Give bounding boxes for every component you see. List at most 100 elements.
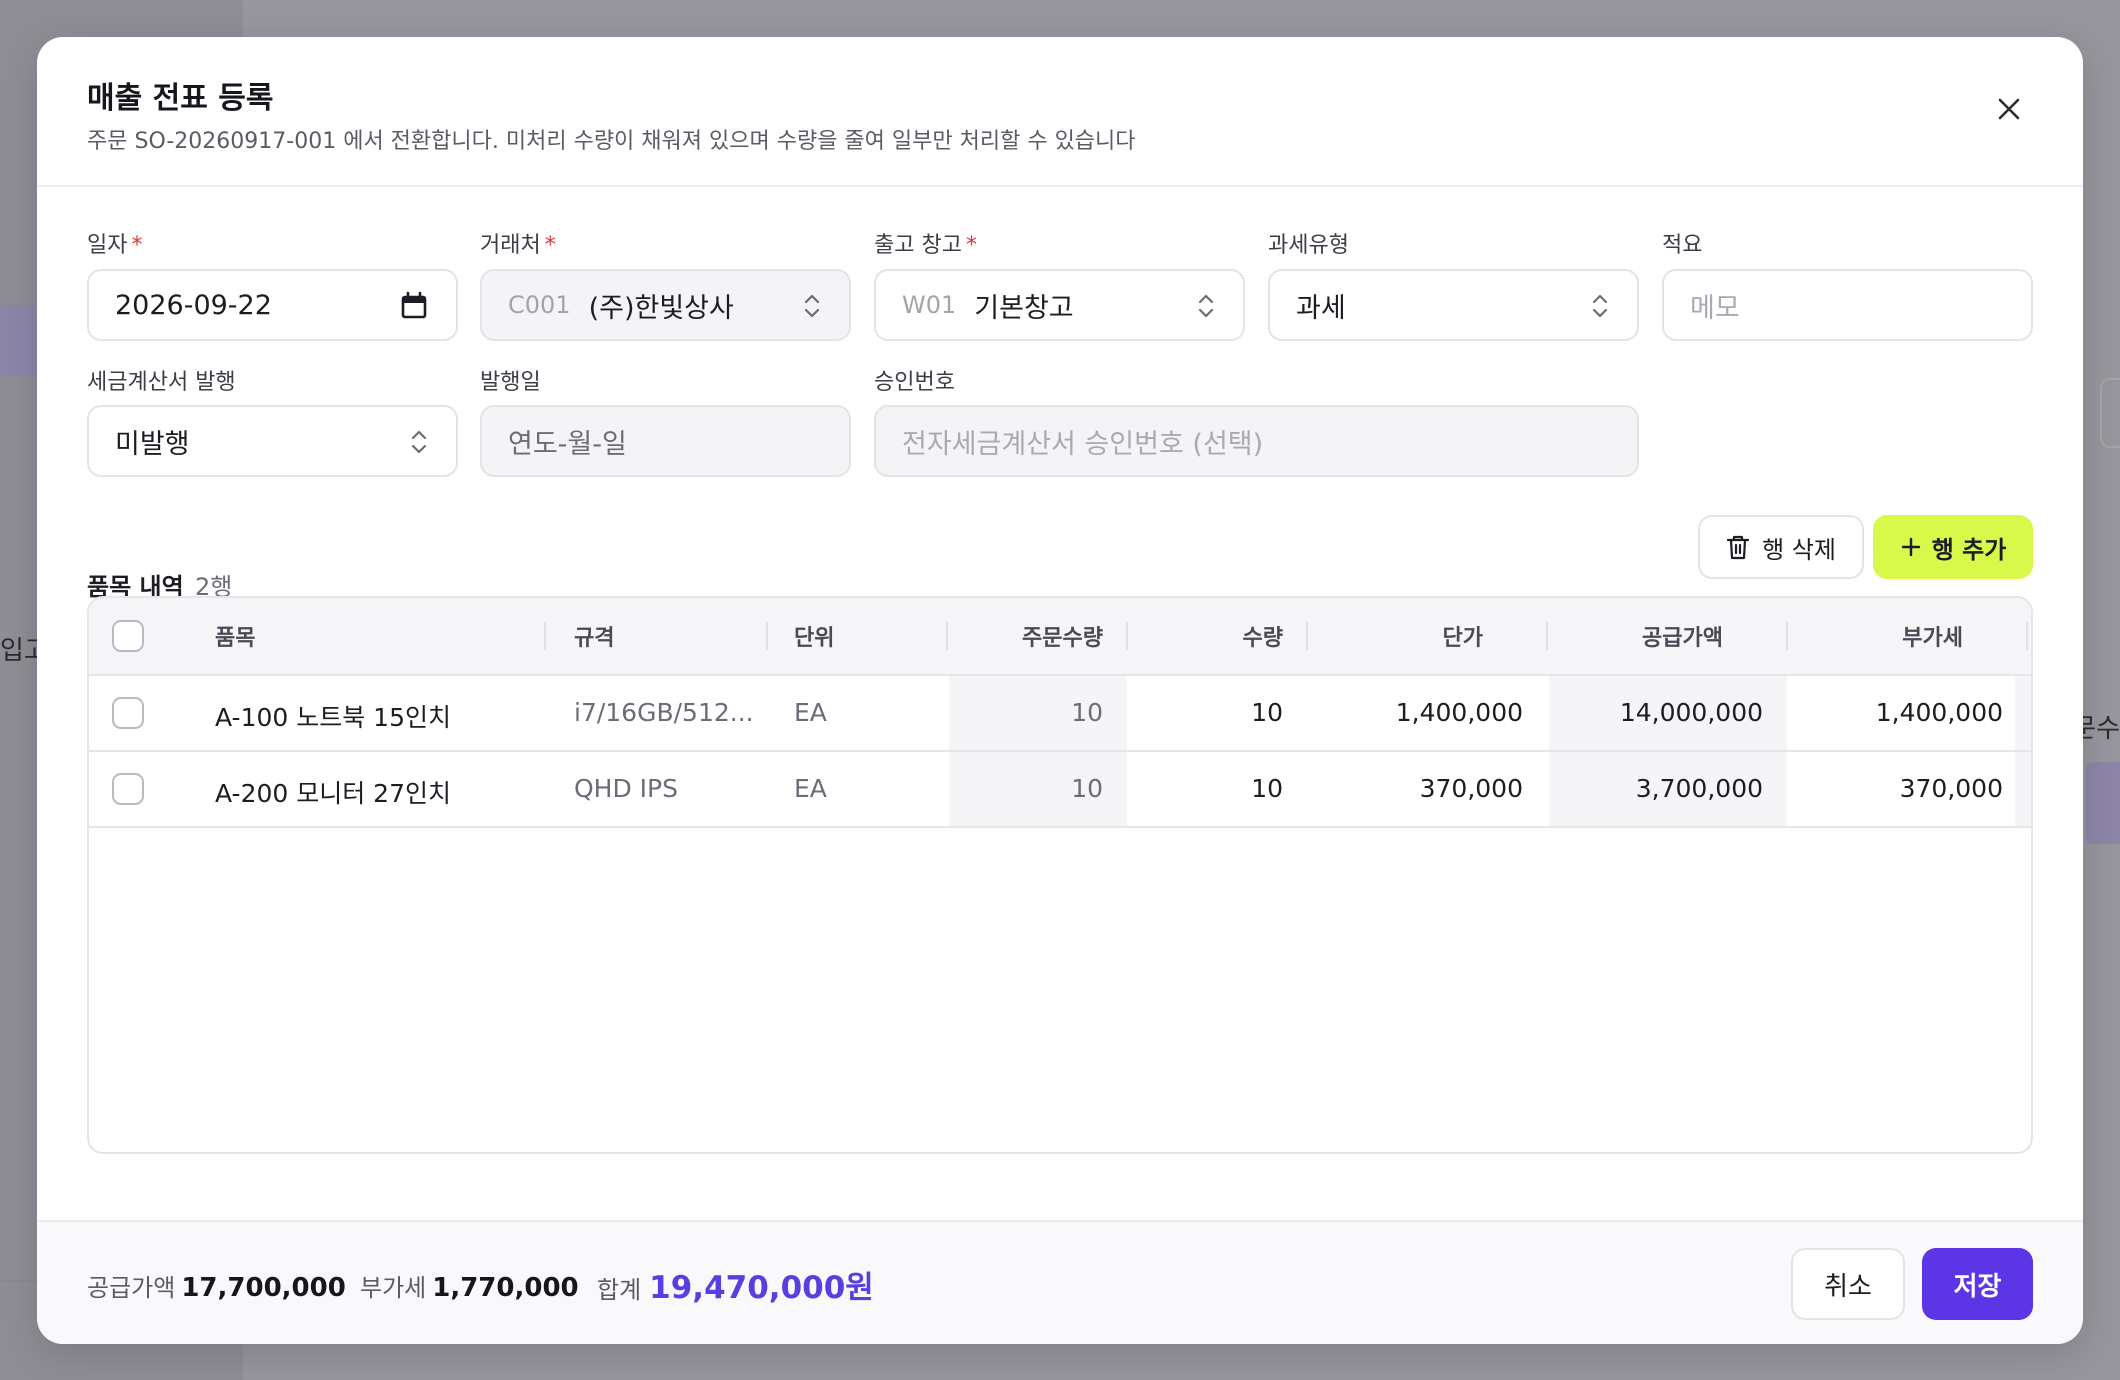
item-order-qty: 10 [1071, 698, 1103, 727]
column-divider [544, 622, 546, 650]
column-divider [766, 622, 768, 650]
chevron-updown-icon [1198, 294, 1214, 318]
save-button[interactable]: 저장 [1922, 1248, 2033, 1320]
approval-no-placeholder: 전자세금계산서 승인번호 (선택) [902, 428, 1264, 460]
vat-total: 부가세 1,770,000 [360, 1268, 579, 1303]
item-spec: QHD IPS [574, 774, 678, 803]
customer-value: (주)한빛상사 [588, 292, 734, 324]
item-unit: EA [794, 774, 827, 803]
add-row-button[interactable]: 행 추가 [1873, 515, 2033, 579]
column-divider [2026, 622, 2028, 650]
select-all-checkbox[interactable] [112, 620, 144, 652]
item-price-input[interactable]: 370,000 [1309, 774, 1523, 803]
warehouse-label: 출고 창고 * [874, 233, 977, 258]
tax-type-select[interactable]: 과세 [1268, 269, 1639, 341]
dialog-footer: 공급가액 17,700,000 부가세 1,770,000 합계 19,470,000… [37, 1220, 2083, 1344]
invoice-issue-label: 세금계산서 발행 [87, 370, 236, 395]
add-row-label: 행 추가 [1931, 535, 2007, 564]
column-header-order-qty: 주문수량 [1022, 626, 1103, 651]
close-button[interactable] [1985, 85, 2033, 133]
item-qty-input[interactable]: 10 [1129, 698, 1283, 727]
required-mark: * [131, 233, 143, 258]
grand-total-value: 19,470,000원 [649, 1270, 874, 1306]
table-header: 품목 규격 단위 주문수량 수량 단가 공급가액 부가세 [89, 598, 2031, 676]
issue-date-label: 발행일 [480, 370, 541, 395]
memo-input[interactable]: 메모 [1662, 269, 2033, 341]
row-checkbox[interactable] [112, 697, 144, 729]
memo-label: 적요 [1662, 233, 1703, 258]
column-header-supply: 공급가액 [1642, 626, 1723, 651]
item-unit: EA [794, 698, 827, 727]
column-divider [1546, 622, 1548, 650]
warehouse-value: 기본창고 [974, 292, 1074, 324]
tax-type-label: 과세유형 [1268, 233, 1349, 258]
item-name[interactable]: A-200 모니터 27인치 [215, 774, 451, 810]
date-label: 일자 * [87, 233, 143, 258]
memo-placeholder: 메모 [1690, 292, 1740, 324]
item-supply: 3,700,000 [1635, 774, 1763, 803]
calendar-icon[interactable] [400, 291, 428, 321]
item-order-qty: 10 [1071, 774, 1103, 803]
dialog-header: 매출 전표 등록 주문 SO-20260917-001 에서 전환합니다. 미처… [37, 37, 2083, 187]
warehouse-select[interactable]: W01 기본창고 [874, 269, 1245, 341]
approval-no-input[interactable]: 전자세금계산서 승인번호 (선택) [874, 405, 1639, 477]
dialog-title: 매출 전표 등록 [87, 81, 274, 116]
supply-total-label: 공급가액 [87, 1274, 176, 1302]
column-divider [946, 622, 948, 650]
column-header-vat: 부가세 [1902, 626, 1963, 651]
date-field[interactable]: 2026-09-22 [87, 269, 458, 341]
background-right-card [2100, 378, 2120, 448]
readonly-cell-bg [2015, 676, 2031, 750]
approval-no-label: 승인번호 [874, 370, 955, 395]
table-row[interactable]: A-200 모니터 27인치 QHD IPS EA 10 10 370,000 … [89, 752, 2031, 828]
items-table: 품목 규격 단위 주문수량 수량 단가 공급가액 부가세 A-100 노트북 1… [87, 596, 2033, 1154]
item-spec: i7/16GB/512... [574, 698, 754, 727]
grand-total-label: 합계 [597, 1276, 642, 1304]
column-divider [1126, 622, 1128, 650]
required-mark: * [965, 233, 977, 258]
warehouse-code: W01 [902, 291, 957, 319]
item-qty-input[interactable]: 10 [1129, 774, 1283, 803]
column-header-price: 단가 [1442, 626, 1483, 651]
item-supply: 14,000,000 [1619, 698, 1763, 727]
column-header-spec: 규격 [574, 626, 615, 651]
item-price-input[interactable]: 1,400,000 [1309, 698, 1523, 727]
chevron-updown-icon [804, 294, 820, 318]
date-value: 2026-09-22 [115, 289, 272, 321]
issue-date-field[interactable]: 연도-월-일 [480, 405, 851, 477]
tax-type-value: 과세 [1296, 292, 1346, 324]
vat-total-label: 부가세 [360, 1274, 427, 1302]
chevron-updown-icon [1592, 294, 1608, 318]
sales-slip-dialog: 매출 전표 등록 주문 SO-20260917-001 에서 전환합니다. 미처… [37, 37, 2083, 1344]
chevron-updown-icon [411, 430, 427, 454]
required-mark: * [544, 233, 556, 258]
column-header-unit: 단위 [794, 626, 835, 651]
plus-icon [1901, 537, 1920, 557]
delete-row-button[interactable]: 행 삭제 [1698, 515, 1864, 579]
item-name[interactable]: A-100 노트북 15인치 [215, 698, 451, 734]
table-row[interactable]: A-100 노트북 15인치 i7/16GB/512... EA 10 10 1… [89, 676, 2031, 752]
column-divider [1306, 622, 1308, 650]
column-divider [1786, 622, 1788, 650]
invoice-issue-value: 미발행 [115, 428, 190, 460]
grand-total: 합계 19,470,000원 [597, 1262, 874, 1307]
supply-total-value: 17,700,000 [181, 1273, 346, 1303]
column-header-item: 품목 [215, 626, 256, 651]
cancel-button[interactable]: 취소 [1791, 1248, 1905, 1320]
item-vat: 370,000 [1899, 774, 2003, 803]
customer-label: 거래처 * [480, 233, 556, 258]
trash-icon [1726, 535, 1750, 560]
readonly-cell-bg [2015, 752, 2031, 826]
column-header-qty: 수량 [1242, 626, 1283, 651]
issue-date-placeholder: 연도-월-일 [508, 428, 627, 460]
close-icon [1998, 98, 2020, 120]
invoice-issue-select[interactable]: 미발행 [87, 405, 458, 477]
dialog-subtitle: 주문 SO-20260917-001 에서 전환합니다. 미처리 수량이 채워져… [87, 129, 1136, 154]
customer-select[interactable]: C001 (주)한빛상사 [480, 269, 851, 341]
customer-code: C001 [508, 291, 571, 319]
item-vat: 1,400,000 [1875, 698, 2003, 727]
supply-total: 공급가액 17,700,000 [87, 1268, 346, 1303]
delete-row-label: 행 삭제 [1762, 535, 1836, 564]
row-checkbox[interactable] [112, 773, 144, 805]
vat-total-value: 1,770,000 [432, 1273, 579, 1303]
